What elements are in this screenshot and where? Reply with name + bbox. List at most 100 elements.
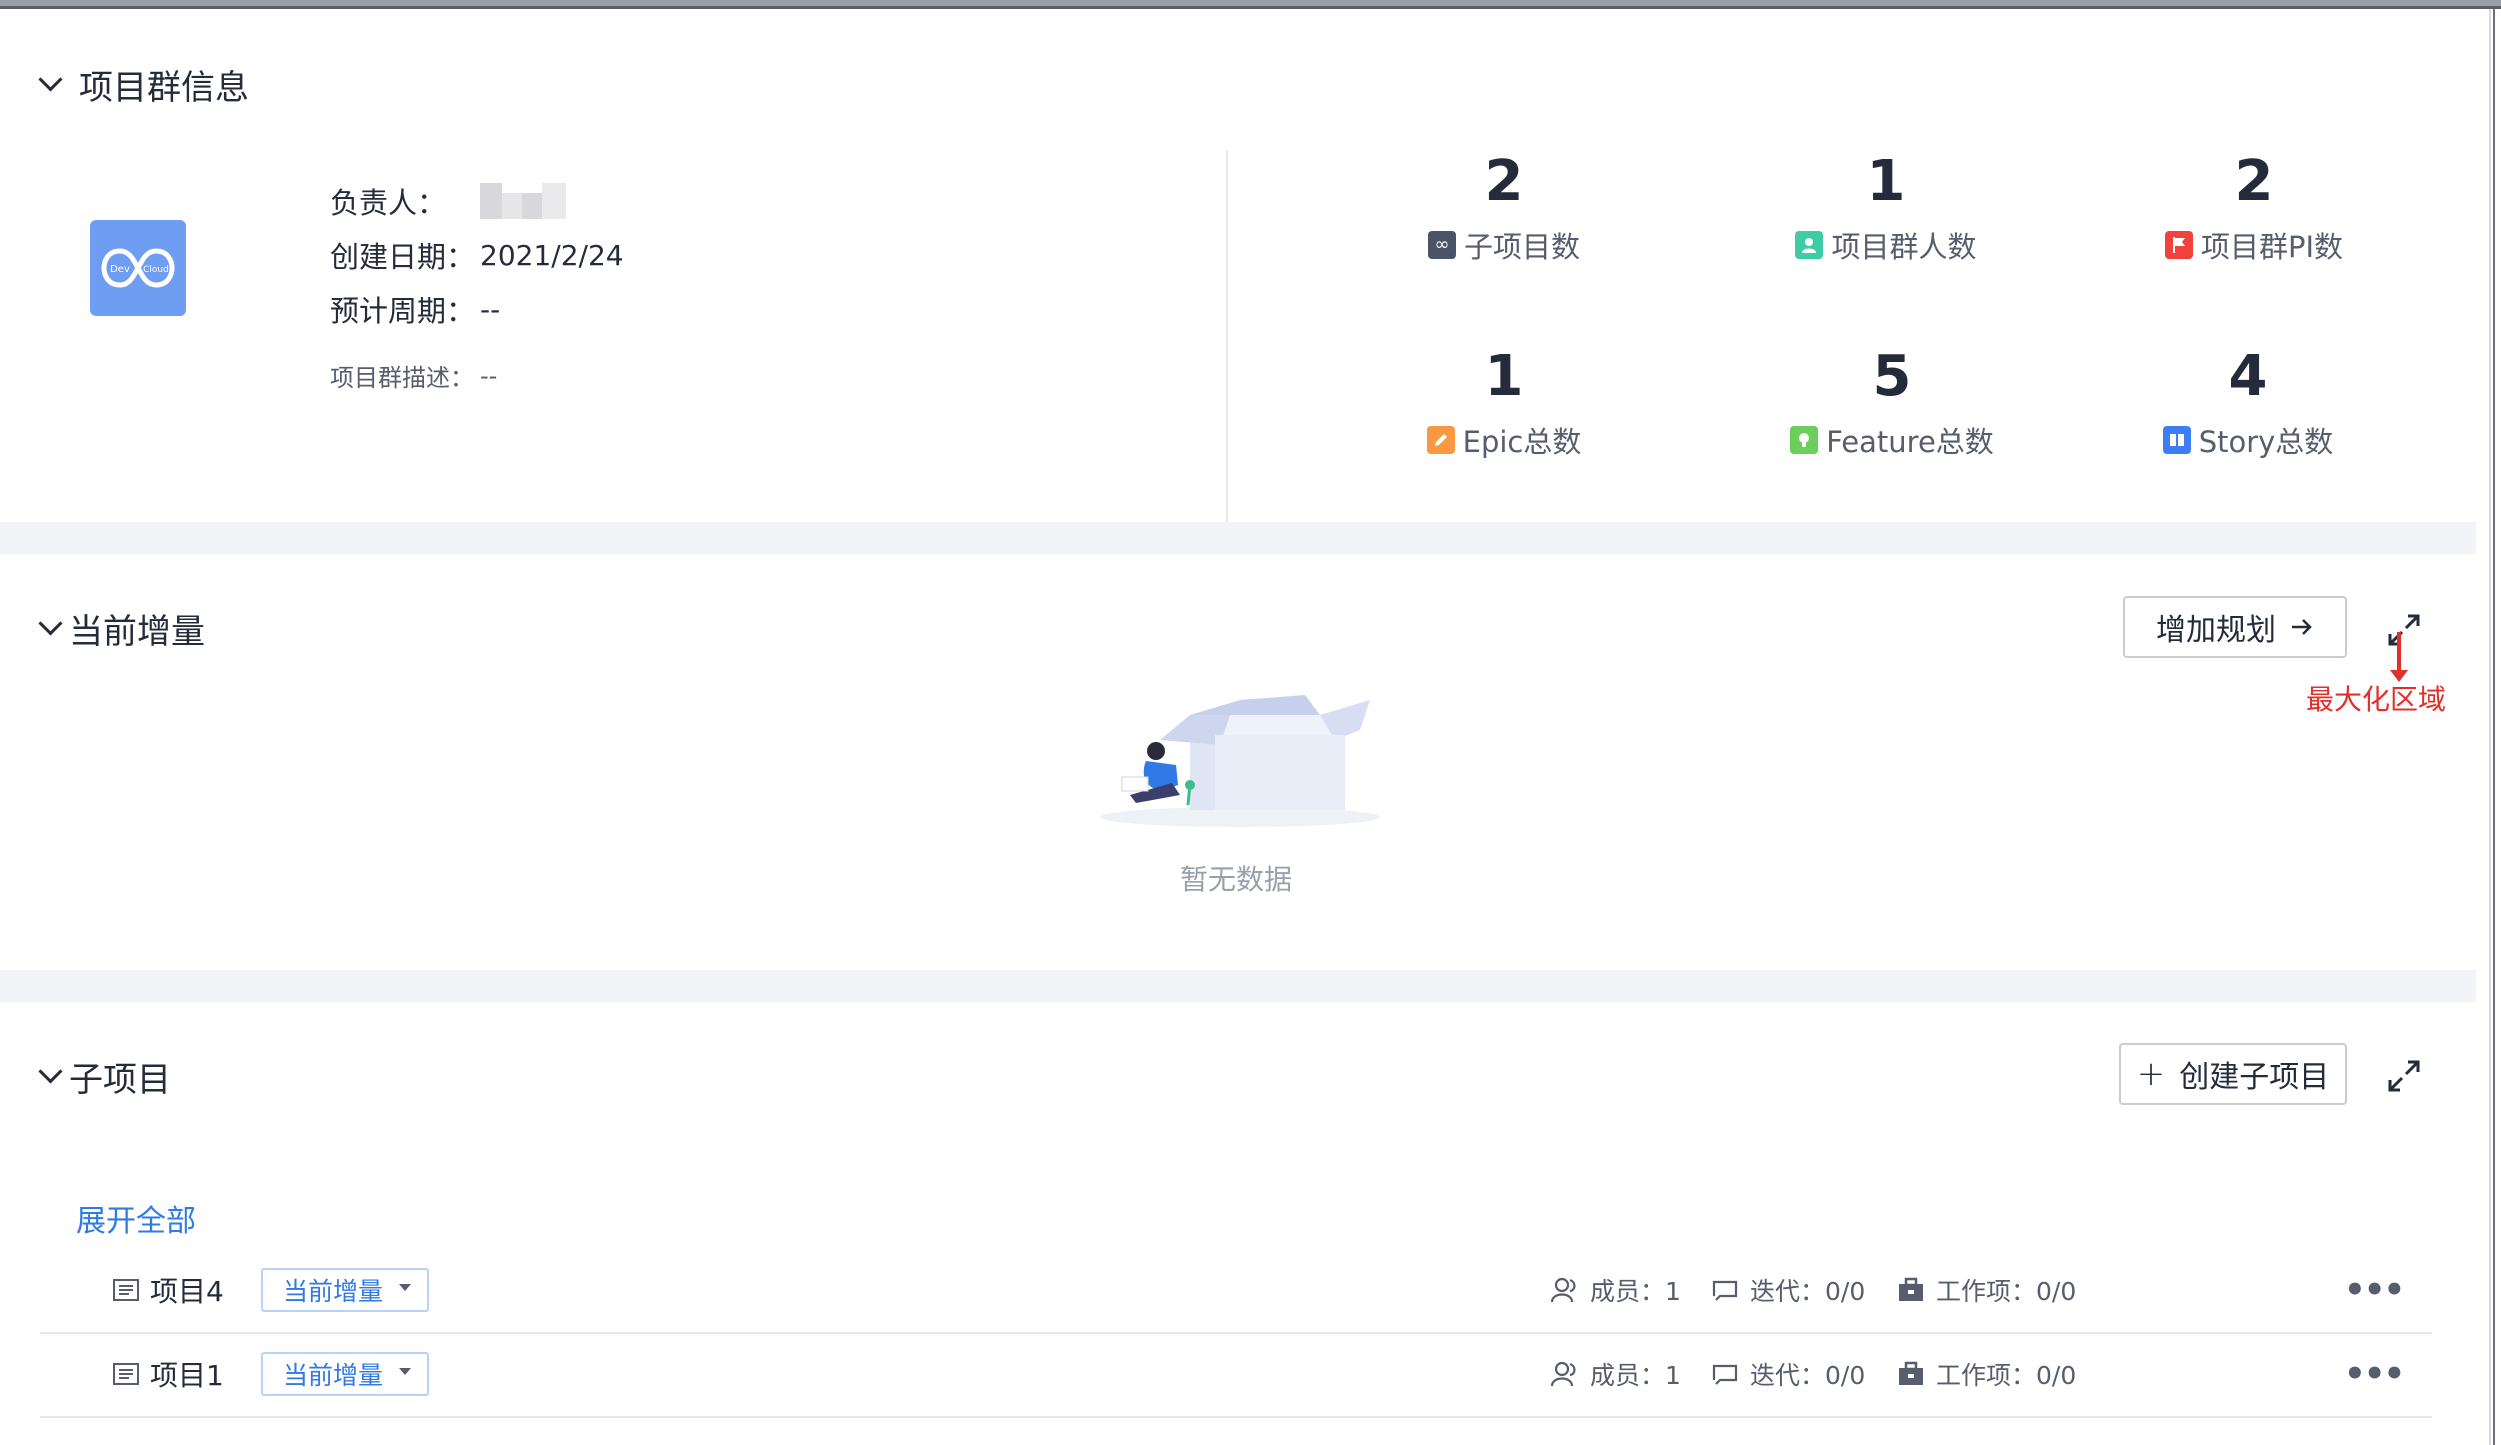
briefcase-icon: [1899, 1361, 1923, 1385]
iteration-icon: [1712, 1280, 1738, 1301]
increment-select-value: 当前增量: [283, 1277, 384, 1306]
members-icon: [1550, 1277, 1576, 1303]
stat-subprojects: 2 ∞ 子项目数: [1304, 150, 1704, 266]
annotation-label: 最大化区域: [2306, 683, 2447, 716]
period-row: 预计周期： --: [330, 288, 500, 330]
stat-label: Feature总数: [1826, 425, 1994, 459]
project-name-text: 项目1: [150, 1359, 224, 1392]
iterations-count: 迭代：0/0: [1710, 1272, 1865, 1308]
stat-story: 4 Story总数: [2048, 345, 2448, 461]
list-icon: [113, 1363, 139, 1385]
annotation-arrow: [2390, 632, 2408, 682]
person-icon: [1795, 231, 1824, 259]
add-plan-button[interactable]: 增加规划: [2123, 596, 2347, 658]
iteration-icon: [1712, 1364, 1738, 1385]
stat-value: 4: [2228, 344, 2268, 409]
create-subproject-button[interactable]: + 创建子项目: [2119, 1043, 2347, 1105]
workitems-count: 工作项：0/0: [1896, 1272, 2076, 1308]
table-row[interactable]: 项目1 当前增量 成员：1 迭代：0/0 工作项：0/0 •••: [40, 1332, 2432, 1418]
flag-icon: [2164, 231, 2193, 259]
stat-value: 5: [1872, 344, 1912, 409]
more-actions-icon[interactable]: •••: [2344, 1354, 2405, 1394]
info-section-title: 项目群信息: [79, 68, 249, 108]
increment-section-header[interactable]: 当前增量: [38, 604, 205, 653]
empty-state-illustration: [1100, 695, 1380, 827]
increment-select-value: 当前增量: [283, 1361, 384, 1390]
section-separator: [0, 970, 2476, 1002]
created-row: 创建日期： 2021/2/24: [330, 234, 624, 276]
stat-label: 项目群PI数: [2200, 230, 2344, 264]
subprojects-section-header[interactable]: 子项目: [38, 1052, 171, 1101]
scrollbar[interactable]: [2489, 9, 2501, 1445]
chevron-down-icon[interactable]: [38, 611, 63, 636]
chevron-down-icon[interactable]: [38, 67, 63, 92]
add-plan-label: 增加规划: [2156, 613, 2276, 648]
iterations-text: 迭代：0/0: [1750, 1277, 1866, 1306]
bulb-icon: [1790, 426, 1819, 454]
members-count: 成员：1: [1550, 1272, 1681, 1308]
subprojects-section-title: 子项目: [69, 1060, 171, 1100]
plus-icon: +: [2136, 1054, 2166, 1094]
created-value: 2021/2/24: [480, 238, 624, 272]
owner-label: 负责人：: [330, 186, 447, 220]
stat-label: Epic总数: [1462, 425, 1582, 459]
program-logo: Dev Cloud: [90, 220, 186, 316]
workitems-text: 工作项：0/0: [1936, 1361, 2077, 1390]
section-separator: [0, 522, 2476, 554]
expand-all-link[interactable]: 展开全部: [76, 1196, 196, 1240]
period-label: 预计周期：: [330, 294, 476, 328]
divider: [1226, 150, 1228, 522]
created-label: 创建日期：: [330, 240, 476, 274]
increment-select[interactable]: 当前增量: [261, 1268, 429, 1312]
stat-value: 1: [1484, 344, 1524, 409]
briefcase-icon: [1899, 1277, 1923, 1301]
workitems-text: 工作项：0/0: [1936, 1277, 2077, 1306]
window-top-border: [0, 0, 2501, 9]
caret-down-icon: [399, 1368, 411, 1375]
members-text: 成员：1: [1590, 1277, 1681, 1306]
create-subproject-label: 创建子项目: [2179, 1060, 2330, 1095]
pencil-icon: [1426, 426, 1455, 454]
maximize-icon[interactable]: [2384, 610, 2424, 650]
stat-label: Story总数: [2198, 425, 2334, 459]
book-icon: [2162, 426, 2191, 454]
iterations-count: 迭代：0/0: [1710, 1356, 1865, 1392]
svg-text:Cloud: Cloud: [143, 265, 169, 275]
caret-down-icon: [399, 1284, 411, 1291]
project-name[interactable]: 项目4: [112, 1270, 224, 1310]
devcloud-logo-icon: Dev Cloud: [101, 248, 175, 288]
stat-value: 2: [1484, 149, 1524, 214]
info-section-header[interactable]: 项目群信息: [38, 60, 249, 109]
infinity-icon: ∞: [1427, 231, 1456, 259]
members-icon: [1550, 1361, 1576, 1387]
svg-text:Dev: Dev: [110, 264, 130, 275]
project-name[interactable]: 项目1: [112, 1354, 224, 1394]
period-value: --: [480, 292, 501, 326]
table-row[interactable]: 项目4 当前增量 成员：1 迭代：0/0 工作项：0/0 •••: [40, 1248, 2432, 1334]
workitems-count: 工作项：0/0: [1896, 1356, 2076, 1392]
maximize-icon[interactable]: [2384, 1056, 2424, 1096]
stat-label: 项目群人数: [1831, 230, 1977, 264]
owner-row: 负责人：: [330, 180, 566, 222]
description-row: 项目群描述： --: [330, 358, 497, 393]
increment-select[interactable]: 当前增量: [261, 1352, 429, 1396]
more-actions-icon[interactable]: •••: [2344, 1270, 2405, 1310]
empty-state-text: 暂无数据: [1180, 863, 1293, 896]
stat-members: 1 项目群人数: [1686, 150, 2086, 266]
project-name-text: 项目4: [150, 1275, 224, 1308]
stat-value: 1: [1866, 149, 1906, 214]
increment-section-title: 当前增量: [69, 612, 205, 652]
iterations-text: 迭代：0/0: [1750, 1361, 1866, 1390]
description-value: --: [480, 361, 498, 390]
stat-label: 子项目数: [1463, 230, 1580, 264]
chevron-down-icon[interactable]: [38, 1059, 63, 1084]
arrow-right-icon: [2292, 619, 2312, 635]
stat-value: 2: [2234, 149, 2274, 214]
stat-epic: 1 Epic总数: [1304, 345, 1704, 461]
members-text: 成员：1: [1590, 1361, 1681, 1390]
owner-avatar-redacted: [480, 183, 566, 219]
stat-pi: 2 项目群PI数: [2054, 150, 2454, 266]
members-count: 成员：1: [1550, 1356, 1681, 1392]
list-icon: [113, 1279, 139, 1301]
stat-feature: 5 Feature总数: [1692, 345, 2092, 461]
